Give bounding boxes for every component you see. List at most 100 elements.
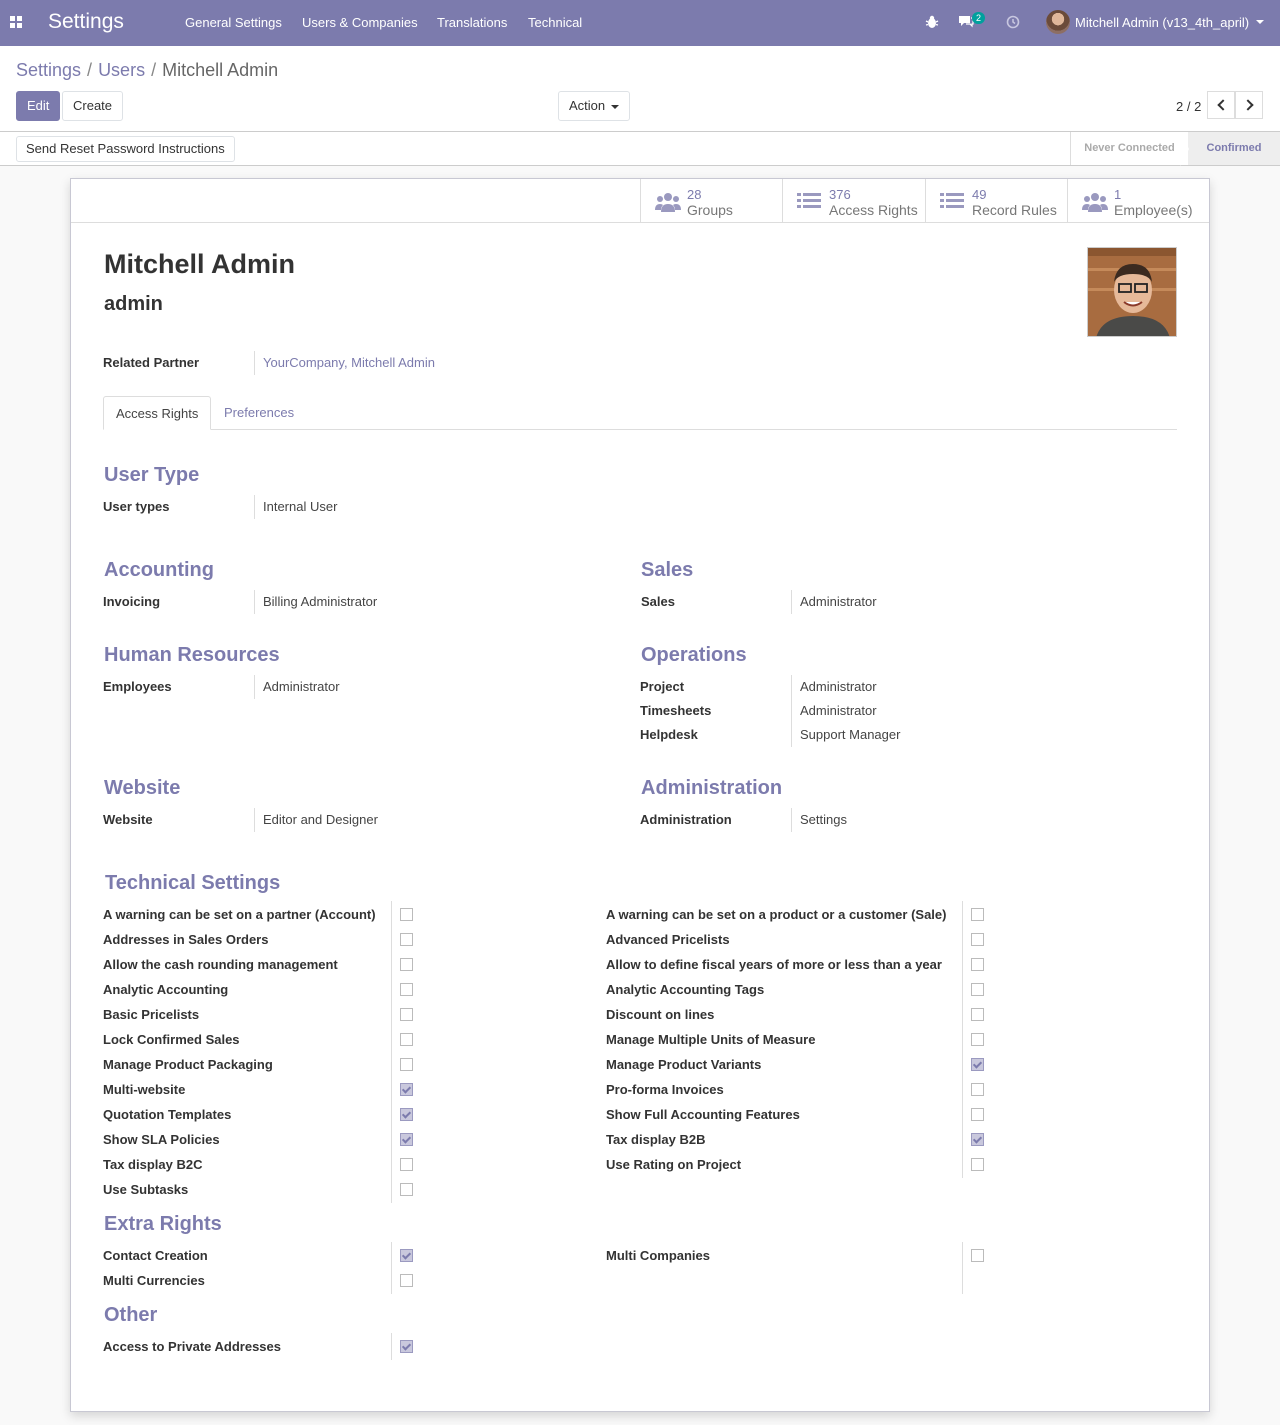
setting-label-analytic-accounting: Analytic Accounting <box>103 982 229 997</box>
checkbox-tax-display-b2c[interactable] <box>400 1158 413 1171</box>
website-select[interactable]: Editor and Designer <box>254 808 378 832</box>
stage-divider <box>1180 132 1189 166</box>
form-sheet: 28 Groups 376 Access Rights 49 Record Ru… <box>70 178 1210 1412</box>
send-reset-password-button[interactable]: Send Reset Password Instructions <box>16 136 235 162</box>
breadcrumb-users[interactable]: Users <box>98 60 145 80</box>
checkbox-show-full-accounting-features[interactable] <box>971 1108 984 1121</box>
user-types-select[interactable]: Internal User <box>254 495 337 519</box>
checkbox-a-warning-can-be-set-on-a-product-or-a-customer-sale[interactable] <box>971 908 984 921</box>
checkbox-multi-companies[interactable] <box>971 1249 984 1262</box>
checkbox-multi-website[interactable] <box>400 1083 413 1096</box>
setting-label-multi-companies: Multi Companies <box>606 1248 711 1263</box>
setting-label-show-sla-policies: Show SLA Policies <box>103 1132 220 1147</box>
field-divider <box>962 1242 963 1294</box>
checkbox-basic-pricelists[interactable] <box>400 1008 413 1021</box>
checkbox-advanced-pricelists[interactable] <box>971 933 984 946</box>
record-rules-smart-button[interactable]: 49 Record Rules <box>925 179 1067 223</box>
setting-label-allow-to-define-fiscal-years-of-more-or-less-than-a-year: Allow to define fiscal years of more or … <box>606 957 942 972</box>
checkbox-lock-confirmed-sales[interactable] <box>400 1033 413 1046</box>
user-login: admin <box>104 293 163 315</box>
action-dropdown[interactable]: Action <box>558 91 631 121</box>
user-photo[interactable] <box>1087 247 1177 337</box>
menu-users-companies[interactable]: Users & Companies <box>302 15 418 30</box>
clock-icon[interactable] <box>1006 15 1020 29</box>
create-button[interactable]: Create <box>62 91 124 121</box>
groups-count: 28 <box>687 187 702 202</box>
helpdesk-select[interactable]: Support Manager <box>800 723 900 747</box>
related-partner-value[interactable]: YourCompany, Mitchell Admin <box>263 355 435 370</box>
breadcrumb-current: Mitchell Admin <box>162 60 279 80</box>
checkbox-analytic-accounting-tags[interactable] <box>971 983 984 996</box>
checkbox-allow-the-cash-rounding-management[interactable] <box>400 958 413 971</box>
invoicing-select[interactable]: Billing Administrator <box>254 590 377 614</box>
breadcrumb-separator: / <box>151 60 157 80</box>
sales-select[interactable]: Administrator <box>791 590 877 614</box>
chevron-down-icon <box>611 104 620 109</box>
setting-label-manage-multiple-units-of-measure: Manage Multiple Units of Measure <box>606 1032 816 1047</box>
checkbox-contact-creation[interactable] <box>400 1249 413 1262</box>
pager-value[interactable]: 2 / 2 <box>1176 99 1201 114</box>
menu-technical[interactable]: Technical <box>528 15 582 30</box>
invoicing-label: Invoicing <box>103 594 161 609</box>
field-divider <box>391 901 392 1203</box>
checkbox-tax-display-b2b[interactable] <box>971 1133 984 1146</box>
checkbox-manage-product-variants[interactable] <box>971 1058 984 1071</box>
setting-label-manage-product-packaging: Manage Product Packaging <box>103 1057 273 1072</box>
checkbox-discount-on-lines[interactable] <box>971 1008 984 1021</box>
list-icon <box>797 193 821 208</box>
breadcrumb-settings[interactable]: Settings <box>16 60 81 80</box>
employees-smart-button[interactable]: 1 Employee(s) <box>1067 179 1209 223</box>
user-menu[interactable]: Mitchell Admin (v13_4th_april) <box>1075 15 1249 30</box>
chevron-down-icon[interactable] <box>1256 20 1264 24</box>
project-select[interactable]: Administrator <box>800 675 900 699</box>
checkbox-multi-currencies[interactable] <box>400 1274 413 1287</box>
employees-select[interactable]: Administrator <box>254 675 340 699</box>
previous-record-button[interactable] <box>1207 91 1235 119</box>
bug-icon[interactable] <box>925 15 939 29</box>
field-divider <box>391 1242 392 1294</box>
checkbox-allow-to-define-fiscal-years-of-more-or-less-than-a-year[interactable] <box>971 958 984 971</box>
checkbox-a-warning-can-be-set-on-a-partner-account[interactable] <box>400 908 413 921</box>
app-title[interactable]: Settings <box>48 10 124 34</box>
user-avatar[interactable] <box>1046 10 1070 34</box>
checkbox-analytic-accounting[interactable] <box>400 983 413 996</box>
operations-values: Administrator Administrator Support Mana… <box>791 675 900 747</box>
field-divider <box>962 901 963 1178</box>
breadcrumb-separator: / <box>87 60 93 80</box>
menu-general-settings[interactable]: General Settings <box>185 15 282 30</box>
timesheets-select[interactable]: Administrator <box>800 699 900 723</box>
tab-access-rights[interactable]: Access Rights <box>103 396 212 430</box>
sales-label: Sales <box>641 594 675 609</box>
setting-label-use-rating-on-project: Use Rating on Project <box>606 1157 742 1172</box>
edit-button[interactable]: Edit <box>16 91 61 121</box>
related-partner-link[interactable]: YourCompany, Mitchell Admin <box>254 351 435 375</box>
administration-select[interactable]: Settings <box>791 808 847 832</box>
checkbox-manage-multiple-units-of-measure[interactable] <box>971 1033 984 1046</box>
checkbox-quotation-templates[interactable] <box>400 1108 413 1121</box>
user-types-label: User types <box>103 499 170 514</box>
checkbox-show-sla-policies[interactable] <box>400 1133 413 1146</box>
next-record-button[interactable] <box>1235 91 1263 119</box>
access-rights-smart-button[interactable]: 376 Access Rights <box>782 179 925 223</box>
menu-translations[interactable]: Translations <box>437 15 507 30</box>
groups-smart-button[interactable]: 28 Groups <box>640 179 782 223</box>
chevron-right-icon <box>1241 99 1254 111</box>
employees-label: Employees <box>103 679 172 694</box>
top-navbar: Settings General Settings Users & Compan… <box>0 0 1280 46</box>
checkbox-use-subtasks[interactable] <box>400 1183 413 1196</box>
chevron-left-icon <box>1216 99 1229 111</box>
checkbox-use-rating-on-project[interactable] <box>971 1158 984 1171</box>
notebook-tabs: Access Rights Preferences <box>103 396 1177 430</box>
checkbox-pro-forma-invoices[interactable] <box>971 1083 984 1096</box>
setting-label-manage-product-variants: Manage Product Variants <box>606 1057 762 1072</box>
access-rights-count: 376 <box>829 187 851 202</box>
field-divider <box>391 1333 392 1360</box>
tab-preferences[interactable]: Preferences <box>212 396 306 430</box>
checkbox-manage-product-packaging[interactable] <box>400 1058 413 1071</box>
checkbox-access-to-private-addresses[interactable] <box>400 1340 413 1353</box>
action-label: Action <box>569 98 606 113</box>
setting-label-basic-pricelists: Basic Pricelists <box>103 1007 200 1022</box>
employees-label: Employee(s) <box>1114 202 1193 218</box>
apps-icon[interactable] <box>10 16 22 28</box>
checkbox-addresses-in-sales-orders[interactable] <box>400 933 413 946</box>
